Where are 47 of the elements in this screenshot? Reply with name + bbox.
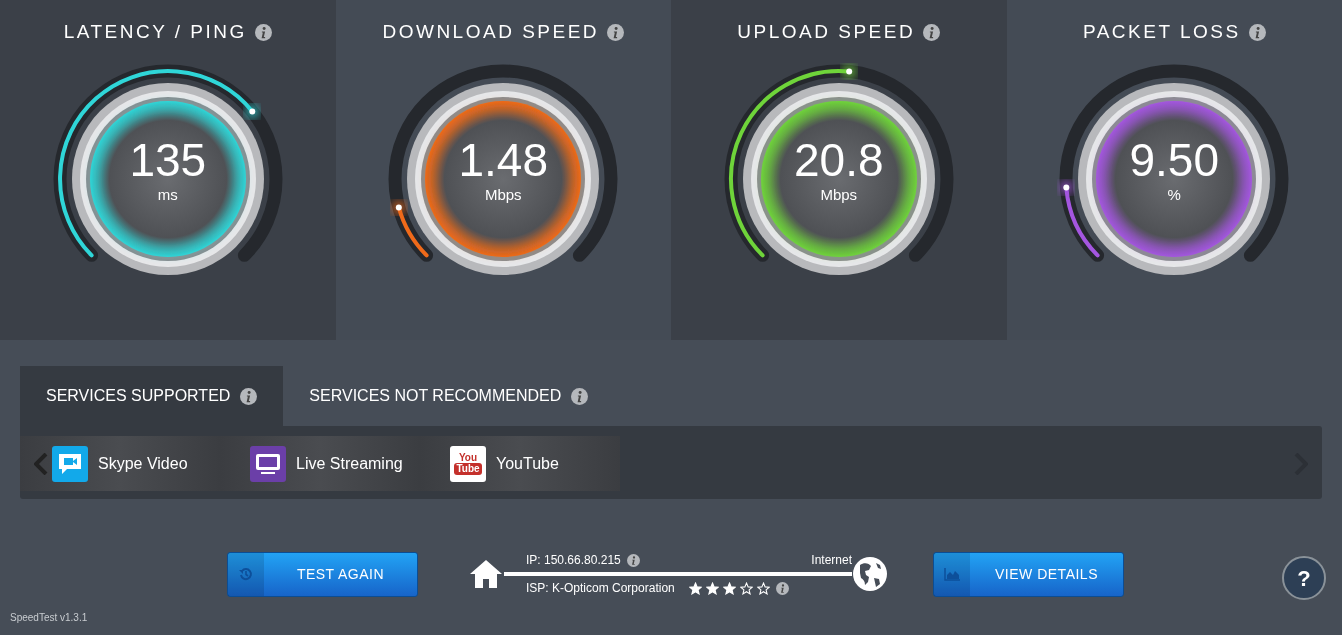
gauge-unit: % [1167,184,1181,205]
gauge-value: 135 [128,136,208,183]
gauge-title: DOWNLOAD SPEED [382,20,600,44]
star-icon [756,581,770,595]
home-icon [468,558,504,590]
star-icon [739,581,753,595]
info-icon[interactable] [254,23,272,41]
isp-name: ISP: K-Opticom Corporation [526,580,675,597]
gauge-unit: ms [157,184,178,205]
info-icon[interactable] [923,23,941,41]
help-button[interactable]: ? [1282,556,1326,600]
video-logo: You Tube [450,445,486,482]
service-name: Skype Video [98,453,188,474]
info-icon[interactable] [1248,23,1266,41]
star-icon [705,581,719,595]
ip-address: IP: 150.66.80.215 [526,552,621,569]
star-icon [722,581,736,595]
area-chart-icon [944,567,960,581]
gauge-value: 20.8 [793,136,885,183]
gauge-title: UPLOAD SPEED [737,20,916,44]
gauge-value: 1.48 [457,136,549,183]
star-icon [688,581,702,595]
info-icon[interactable] [240,387,258,405]
view-details-button[interactable]: VIEW DETAILS [933,551,1124,597]
history-icon [239,567,253,581]
gauge-value: 9.50 [1128,136,1220,183]
gauge-unit: Mbps [484,184,522,205]
glow-dot [1059,180,1074,194]
glow-dot [841,64,856,78]
gauge-title: LATENCY / PING [63,20,247,44]
test-again-button[interactable]: TEST AGAIN [227,551,418,597]
services-tab[interactable]: SERVICES SUPPORTED [20,366,284,426]
version-label: SpeedTest v1.3.1 [10,611,88,625]
info-icon[interactable] [607,23,625,41]
service-name: YouTube [496,453,559,474]
info-icon[interactable] [626,553,640,567]
service-name: Live Streaming [296,453,403,474]
internet-label: Internet [811,552,852,569]
video-chat-icon [52,445,88,482]
info-icon[interactable] [571,387,589,405]
gauge-unit: Mbps [820,184,858,205]
glow-dot [245,104,260,118]
glow-dot [392,200,407,214]
services-tab[interactable]: SERVICES NOT RECOMMENDED [283,366,615,426]
gauge-title: PACKET LOSS [1082,20,1241,44]
monitor-icon [250,445,286,482]
info-icon[interactable] [775,581,789,595]
